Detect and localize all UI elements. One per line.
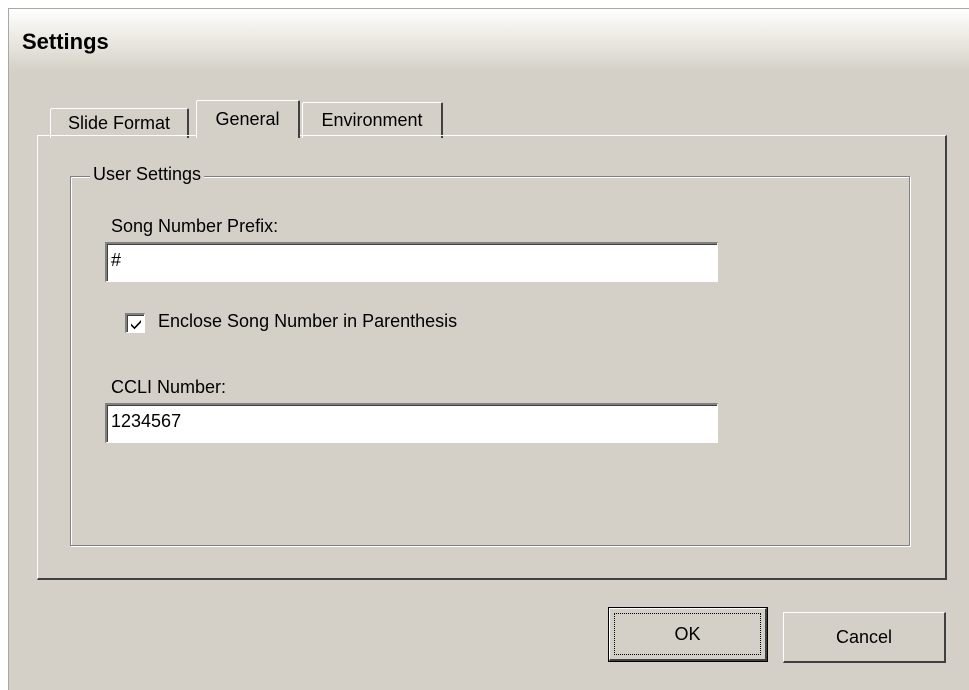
tab-environment[interactable]: Environment [302,102,443,138]
song-number-prefix-field[interactable]: # [105,242,718,282]
ccli-number-label: CCLI Number: [111,377,227,397]
tab-slide-format[interactable]: Slide Format [50,108,189,138]
cancel-button-label: Cancel [835,626,893,647]
song-number-prefix-label: Song Number Prefix: [111,216,279,236]
window-title: Settings [22,29,109,54]
cancel-button[interactable]: Cancel [783,612,946,663]
tab-environment-label: Environment [321,110,423,130]
enclose-parenthesis-checkbox[interactable] [125,313,145,333]
title-bar[interactable]: Settings [9,9,969,71]
checkmark-icon [131,320,141,330]
enclose-parenthesis-label[interactable]: Enclose Song Number in Parenthesis [158,311,457,332]
tab-slide-format-label: Slide Format [67,113,171,133]
ok-button[interactable]: OK [608,607,768,662]
ok-button-label: OK [674,623,701,644]
user-settings-legend: User Settings [90,164,205,185]
tab-general[interactable]: General [196,100,300,138]
ccli-number-field[interactable]: 1234567 [105,403,718,443]
tab-general-label: General [215,109,280,129]
